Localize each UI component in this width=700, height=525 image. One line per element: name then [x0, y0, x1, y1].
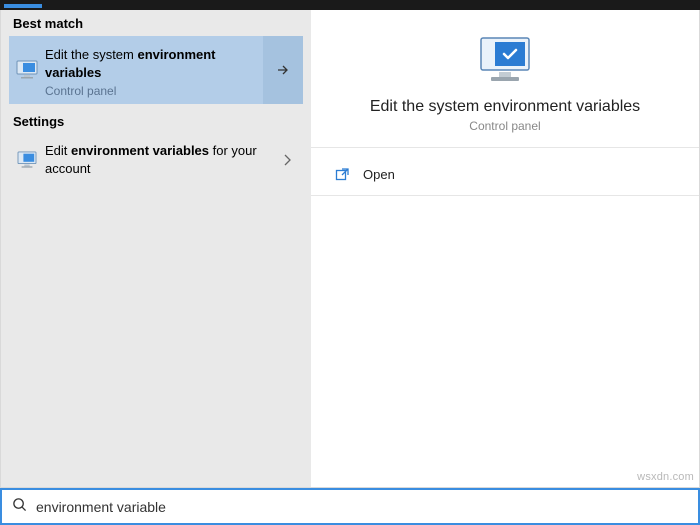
open-action[interactable]: Open — [311, 154, 699, 196]
settings-item[interactable]: Edit environment variables for your acco… — [9, 134, 303, 186]
best-match-item[interactable]: Edit the system environment variables Co… — [9, 36, 303, 104]
search-results-panel: Best match Edit the system environment v… — [0, 10, 700, 488]
best-match-text: Edit the system environment variables Co… — [45, 36, 263, 104]
detail-header: Edit the system environment variables Co… — [311, 10, 699, 148]
actions-list: Open — [311, 148, 699, 202]
open-icon — [335, 167, 363, 183]
si-bold: environment variables — [71, 143, 209, 158]
results-detail-column: Edit the system environment variables Co… — [311, 10, 699, 487]
best-match-subtitle: Control panel — [45, 83, 259, 99]
search-input[interactable] — [34, 498, 688, 516]
accent-indicator — [4, 4, 42, 8]
search-icon — [12, 497, 34, 516]
settings-header: Settings — [1, 108, 311, 134]
bm-title-pre: Edit the system — [45, 47, 137, 62]
monitor-check-icon — [477, 34, 533, 86]
detail-title: Edit the system environment variables — [327, 98, 683, 116]
window-topbar — [0, 0, 700, 10]
best-match-header: Best match — [1, 10, 311, 36]
monitor-icon — [9, 36, 45, 104]
monitor-icon — [9, 151, 45, 169]
open-label: Open — [363, 167, 395, 182]
watermark: wsxdn.com — [637, 471, 694, 483]
settings-item-label: Edit environment variables for your acco… — [45, 142, 275, 177]
expand-arrow-button[interactable] — [263, 36, 303, 104]
results-left-column: Best match Edit the system environment v… — [1, 10, 311, 487]
detail-subtitle: Control panel — [327, 119, 683, 133]
search-bar[interactable] — [0, 488, 700, 525]
si-pre: Edit — [45, 143, 71, 158]
chevron-right-icon — [275, 153, 299, 167]
